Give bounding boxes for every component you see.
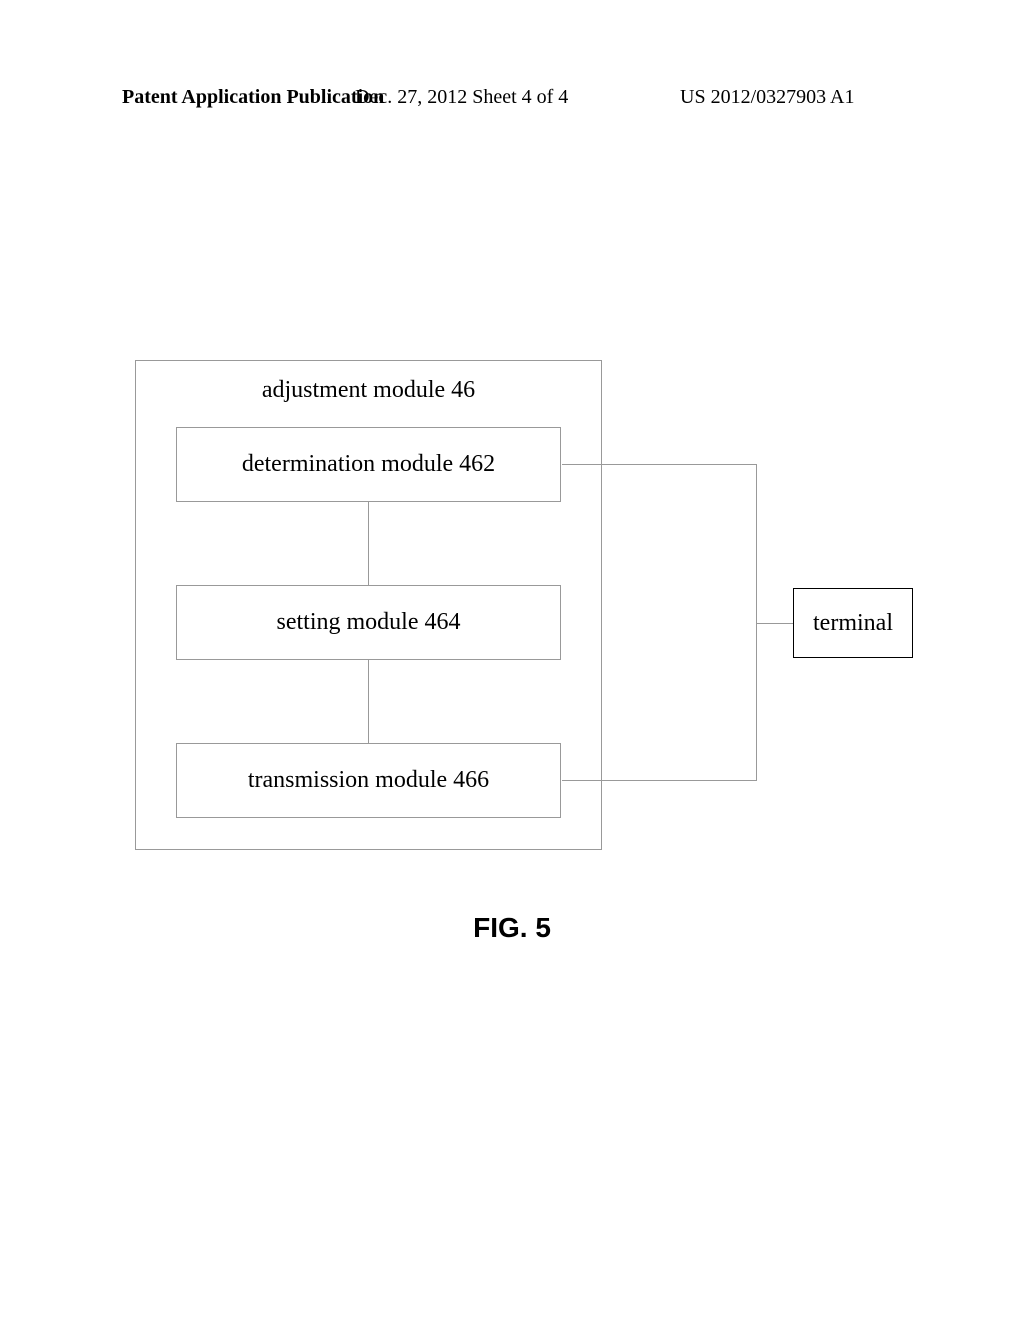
connector-line — [562, 464, 757, 465]
connector-line — [756, 464, 757, 623]
determination-module-box: determination module 462 — [176, 427, 561, 502]
connector-line — [368, 660, 369, 743]
setting-module-box: setting module 464 — [176, 585, 561, 660]
connector-line — [368, 502, 369, 585]
diagram: adjustment module 46 determination modul… — [135, 360, 915, 850]
figure-caption: FIG. 5 — [0, 912, 1024, 944]
connector-line — [757, 623, 793, 624]
connector-line — [562, 780, 757, 781]
page-header: Patent Application Publication Dec. 27, … — [0, 86, 1024, 109]
terminal-box: terminal — [793, 588, 913, 658]
connector-line — [756, 623, 757, 781]
header-right-text: US 2012/0327903 A1 — [680, 86, 854, 109]
transmission-module-box: transmission module 466 — [176, 743, 561, 818]
transmission-module-label: transmission module 466 — [248, 767, 489, 794]
determination-module-label: determination module 462 — [242, 451, 495, 478]
adjustment-module-label: adjustment module 46 — [136, 377, 601, 404]
setting-module-label: setting module 464 — [277, 609, 461, 636]
terminal-label: terminal — [813, 610, 893, 637]
header-center-text: Dec. 27, 2012 Sheet 4 of 4 — [355, 86, 568, 109]
header-left-text: Patent Application Publication — [122, 86, 384, 109]
